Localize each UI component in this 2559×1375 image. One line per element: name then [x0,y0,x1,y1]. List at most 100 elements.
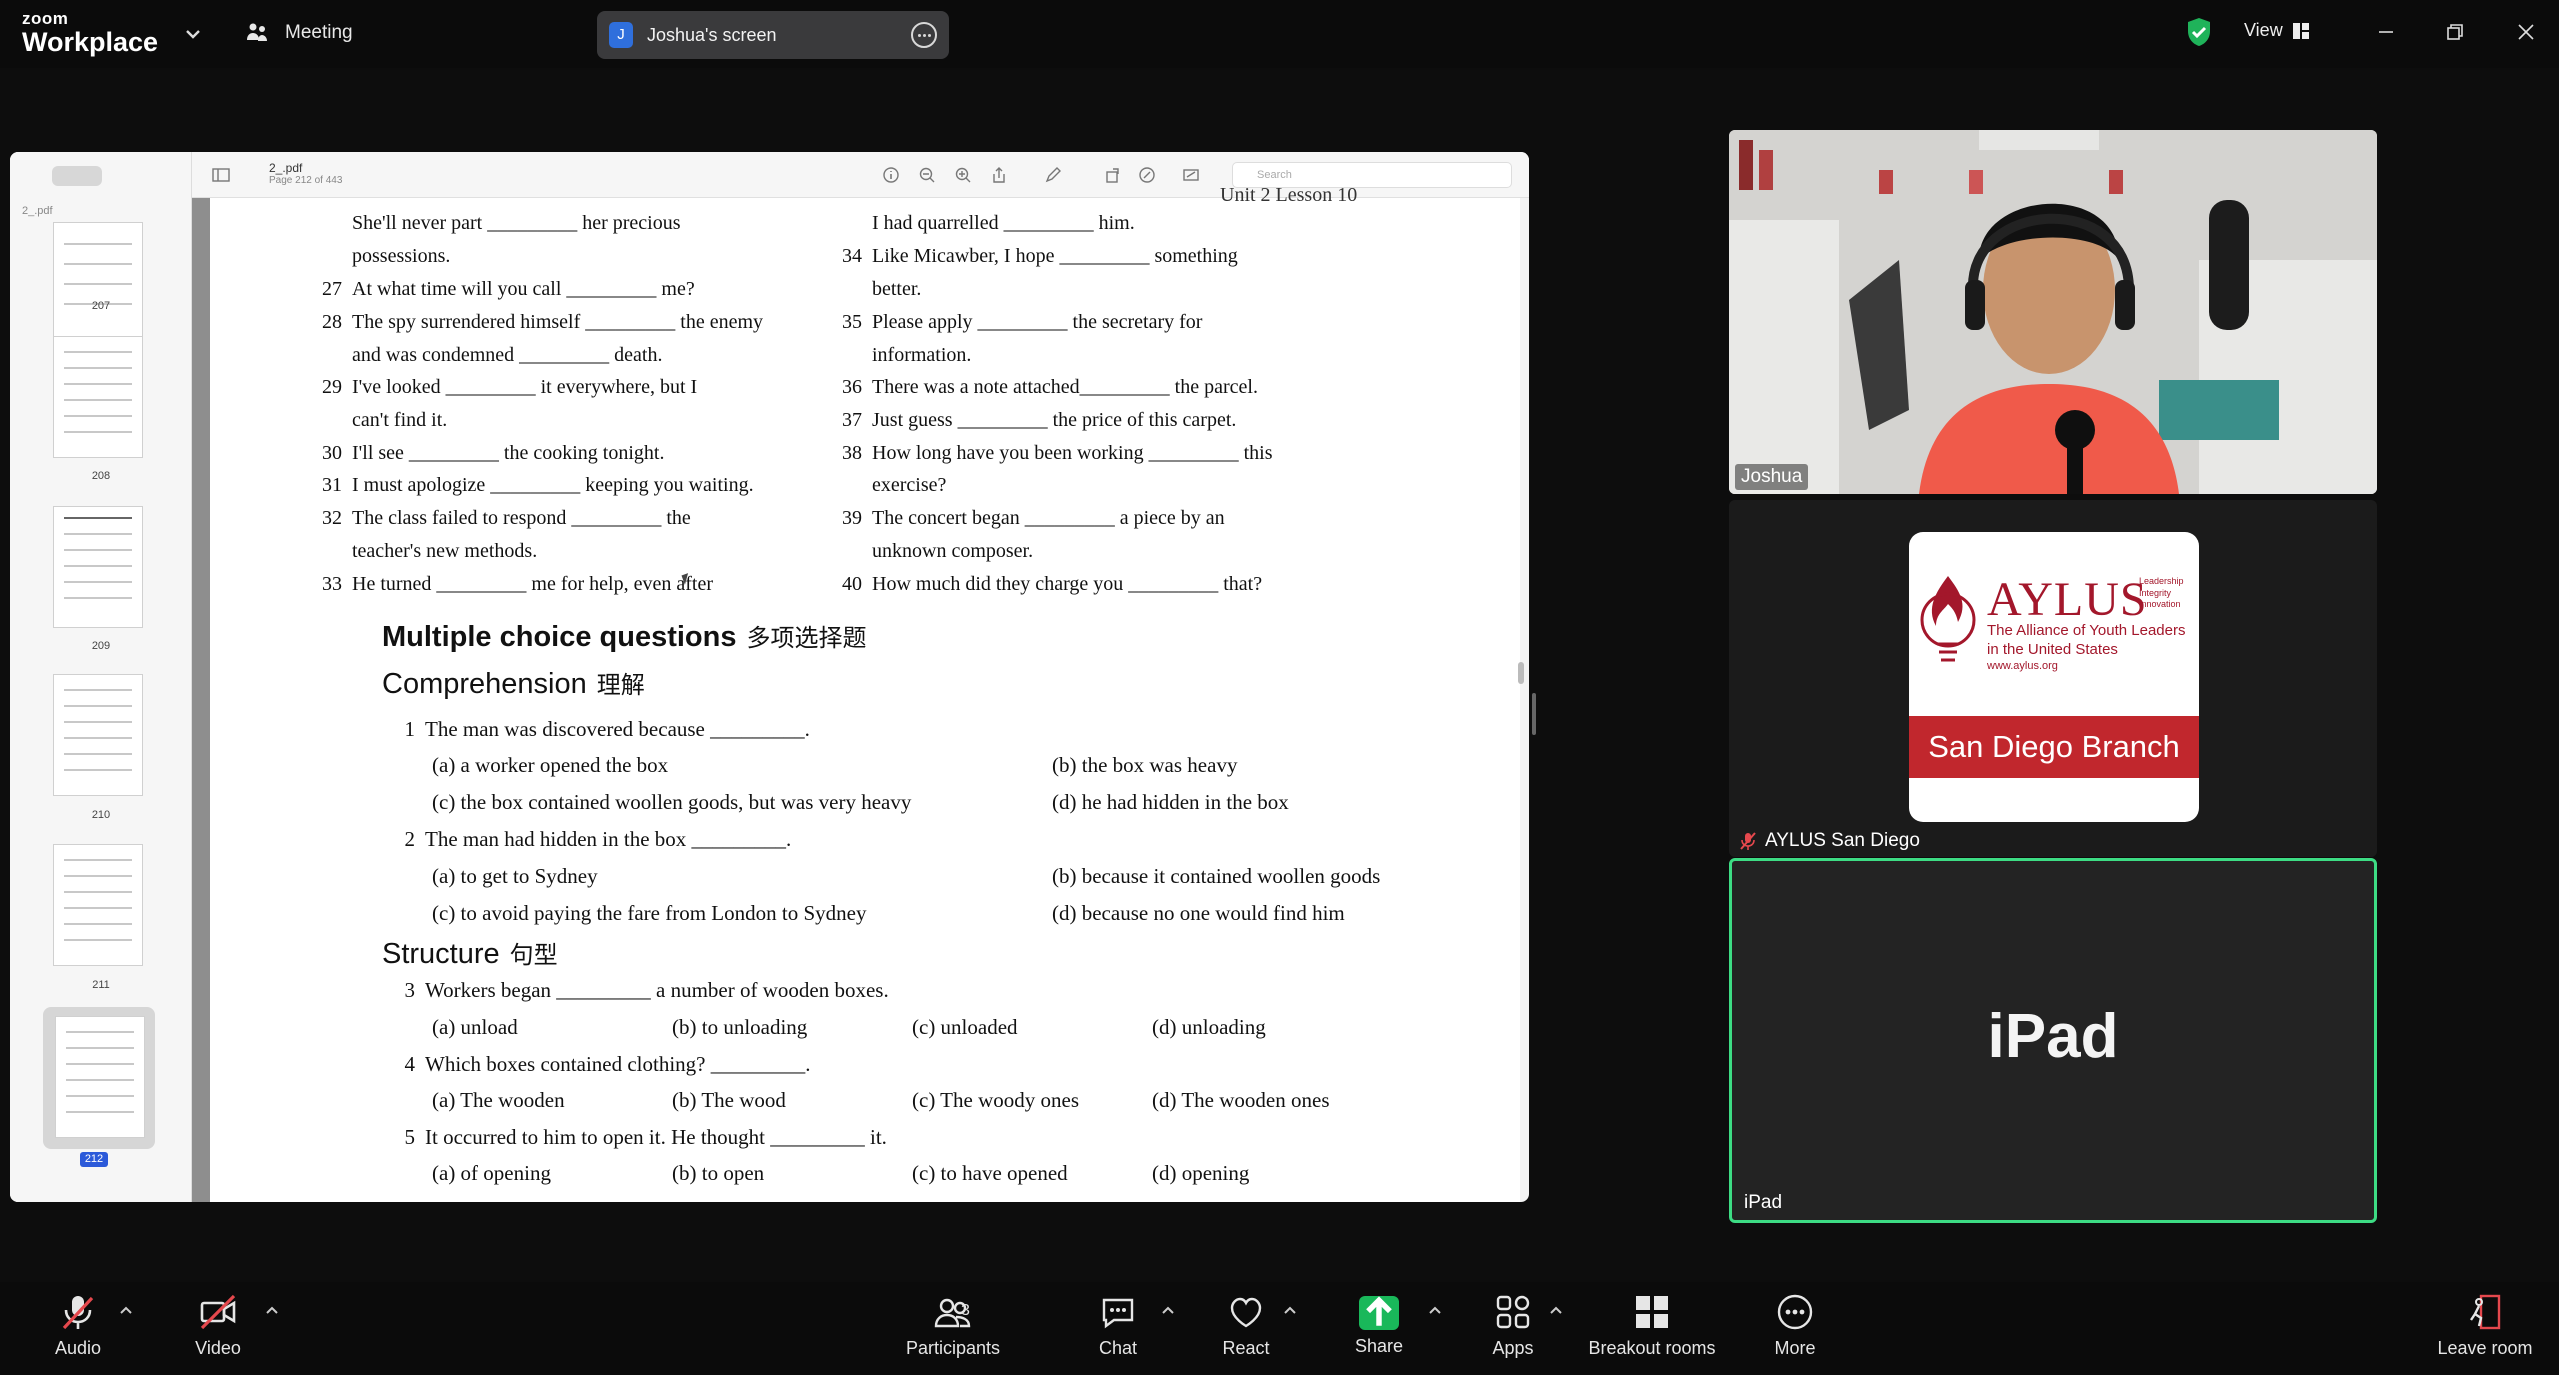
grid-view-icon [2292,22,2309,39]
minimize-button[interactable] [2366,14,2406,50]
answer-option: (b) the box was heavy [1052,753,1238,777]
share-icon[interactable] [990,166,1008,184]
pdf-scrollbar[interactable] [1518,662,1524,684]
sidebar-toggle[interactable] [52,166,102,186]
pdf-filename-block: 2_.pdf Page 212 of 443 [269,161,342,186]
answer-option: (d) he had hidden in the box [1052,790,1289,814]
fill-text: How long have you been working _________… [872,442,1273,464]
view-menu[interactable]: View [2244,20,2309,41]
restore-button[interactable] [2435,14,2475,50]
close-button[interactable] [2506,14,2546,50]
top-bar: zoom Workplace Meeting J Joshua's screen… [0,0,2559,68]
zoom-in-icon[interactable] [954,166,972,184]
page-thumbnail[interactable] [53,674,143,796]
app-brand[interactable]: zoom Workplace [22,10,158,56]
page-thumbnail[interactable] [53,844,143,966]
audio-button[interactable]: Audio [18,1292,138,1359]
chat-options-caret[interactable] [1160,1304,1176,1316]
apps-label: Apps [1492,1338,1534,1358]
chat-label: Chat [1098,1338,1138,1358]
more-button[interactable]: More [1735,1292,1855,1359]
fill-text: There was a note attached_________ the p… [872,376,1258,398]
fill-text: The spy surrendered himself _________ th… [352,311,764,333]
participant-tile-joshua[interactable]: Joshua [1729,130,2377,494]
answer-option: (d) opening [1152,1161,1250,1185]
answer-option: (b) because it contained woollen goods [1052,864,1381,888]
fill-text: I've looked _________ it everywhere, but… [352,376,698,398]
form-fill-icon[interactable] [1182,166,1200,184]
fill-text: She'll never part _________ her precious [352,212,681,234]
share-options-caret[interactable] [1427,1304,1443,1316]
fill-text: I'll see _________ the cooking tonight. [352,442,665,464]
leave-room-button[interactable]: Leave room [2430,1292,2540,1359]
pdf-thumbnail-sidebar: 2_.pdf 207 208 209 210 211 212 [10,152,192,1202]
react-label: React [1222,1338,1270,1358]
share-label: Share [1354,1336,1404,1356]
audio-options-caret[interactable] [118,1304,134,1316]
answer-option: (d) because no one would find him [1052,901,1345,925]
fill-text: At what time will you call _________ me? [352,278,695,300]
participants-button[interactable]: 3 Participants [893,1292,1013,1359]
answer-option: (c) The woody ones [912,1088,1079,1112]
video-options-caret[interactable] [264,1304,280,1316]
chat-button[interactable]: Chat [1058,1292,1178,1359]
logo-tagline: Leadership Integrity Innovation [2139,576,2184,610]
rotate-icon[interactable] [1104,166,1122,184]
answer-option: (a) a worker opened the box [432,753,669,777]
sidebar-icon[interactable] [212,166,230,184]
fill-text: unknown composer. [872,540,1034,562]
answer-option: (b) to open [672,1161,765,1185]
screen-share-indicator[interactable]: J Joshua's screen [597,11,949,59]
annotate-icon[interactable] [1138,166,1156,184]
encryption-shield-icon[interactable] [2184,16,2214,48]
answer-option: (a) The wooden [432,1088,565,1112]
pdf-filename: 2_.pdf [269,161,303,175]
shared-screen[interactable]: 2_.pdf 207 208 209 210 211 212 2_.pdf Pa… [10,152,1529,1202]
answer-option: (b) The wood [672,1088,786,1112]
react-options-caret[interactable] [1282,1304,1298,1316]
page-header-fragment: Unit 2 Lesson 10 [1220,184,1358,206]
section-heading-multiple-choice: Multiple choice questions 多项选择题 [382,621,867,653]
page-thumbnail[interactable] [53,336,143,458]
react-button[interactable]: React [1186,1292,1306,1359]
meeting-icon [247,23,267,41]
meeting-controls-bar: Audio Video 3 Participants Chat React Sh… [0,1282,2559,1375]
participant-tile-aylus[interactable]: AYLUS Leadership Integrity Innovation Th… [1729,500,2377,857]
participant-display-name: iPad [1987,1002,2119,1071]
leave-door-icon [2470,1294,2501,1330]
markup-pen-icon[interactable] [1044,166,1062,184]
apps-button[interactable]: Apps [1453,1292,1573,1359]
fill-text: information. [872,344,972,366]
zoom-out-icon[interactable] [918,166,936,184]
participants-label: Participants [905,1338,1001,1358]
close-icon [2518,24,2534,40]
view-splitter-handle[interactable] [1532,693,1536,735]
video-button[interactable]: Video [158,1292,278,1359]
answer-option: (c) unloaded [912,1015,1018,1039]
participant-name-row: AYLUS San Diego [1735,830,1924,852]
leave-room-label: Leave room [2437,1338,2533,1358]
fill-text: Like Micawber, I hope _________ somethin… [872,245,1238,267]
chevron-down-icon[interactable] [183,24,203,44]
logo-title: AYLUS [1987,573,2148,626]
fill-text: Just guess _________ the price of this c… [872,409,1237,431]
page-thumbnail[interactable] [53,506,143,628]
info-icon[interactable] [882,166,900,184]
fill-text: teacher's new methods. [352,540,538,562]
restore-icon [2447,24,2463,40]
pdf-gutter [192,198,210,1202]
answer-option: (a) to get to Sydney [432,864,598,888]
share-screen-icon [1359,1296,1399,1330]
more-options-icon[interactable] [911,22,937,48]
participant-name: AYLUS San Diego [1765,830,1920,851]
meeting-menu[interactable]: Meeting [245,20,353,46]
page-thumbnail-current[interactable] [55,1016,145,1138]
breakout-rooms-button[interactable]: Breakout rooms [1572,1292,1732,1359]
page-thumbnail[interactable] [53,222,143,342]
share-button[interactable]: Share [1319,1292,1439,1357]
participant-tile-ipad[interactable]: iPad iPad [1729,858,2377,1223]
apps-options-caret[interactable] [1548,1304,1564,1316]
answer-option: (d) unloading [1152,1015,1266,1039]
section-heading-comprehension: Comprehension 理解 [382,668,645,700]
breakout-rooms-icon [1636,1296,1668,1328]
